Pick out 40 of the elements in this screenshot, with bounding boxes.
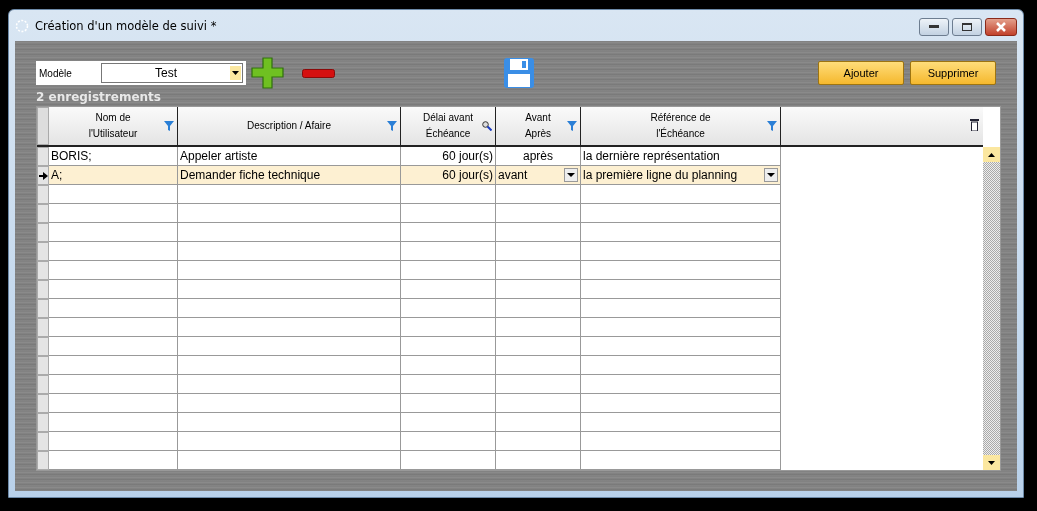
maximize-button[interactable]: [952, 18, 982, 36]
caret-icon[interactable]: [230, 66, 241, 80]
search-icon[interactable]: [482, 121, 492, 131]
vertical-scrollbar[interactable]: [983, 147, 1000, 470]
filter-icon[interactable]: [767, 121, 777, 131]
model-dropdown[interactable]: Test: [101, 63, 243, 83]
model-label: Modèle: [39, 67, 73, 79]
spinner-icon: [15, 18, 29, 33]
table-cell: 60 jour(s): [401, 166, 496, 185]
column-header[interactable]: Délai avant Échéance: [401, 107, 496, 145]
minimize-icon[interactable]: [929, 25, 939, 29]
column-header[interactable]: Nom de l'Utilisateur: [49, 107, 178, 145]
arrow-icon: [38, 171, 48, 180]
column-header[interactable]: Description / Afaire: [178, 107, 401, 145]
minus-icon[interactable]: [302, 68, 335, 78]
filter-icon[interactable]: [567, 121, 577, 131]
scroll-up-icon[interactable]: [983, 147, 1000, 162]
trash-icon[interactable]: [970, 119, 979, 131]
caret-icon[interactable]: [564, 168, 578, 182]
table-cell: A;: [49, 166, 178, 185]
row-selector[interactable]: [37, 166, 49, 185]
column-header[interactable]: Avant Après: [496, 107, 581, 145]
column-header[interactable]: Référence de l'Échéance: [581, 107, 781, 145]
close-icon[interactable]: [995, 22, 1007, 32]
close-button[interactable]: [985, 18, 1017, 36]
delete-button[interactable]: Supprimer: [910, 61, 996, 85]
add-button[interactable]: Ajouter: [818, 61, 904, 85]
dropdown-field[interactable]: avant: [496, 166, 581, 185]
window-title: Création d'un modèle de suivi *: [35, 18, 217, 33]
record-count: 2 enregistrements: [36, 90, 162, 106]
maximize-icon[interactable]: [962, 23, 972, 31]
dropdown-field[interactable]: la première ligne du planning: [581, 166, 781, 185]
filter-icon[interactable]: [387, 121, 397, 131]
scroll-down-icon[interactable]: [983, 455, 1000, 470]
caret-icon[interactable]: [764, 168, 778, 182]
filter-icon[interactable]: [164, 121, 174, 131]
minimize-button[interactable]: [919, 18, 949, 36]
header-corner[interactable]: [37, 107, 49, 145]
table-cell: Demander fiche technique: [178, 166, 401, 185]
plus-icon[interactable]: [251, 57, 284, 89]
